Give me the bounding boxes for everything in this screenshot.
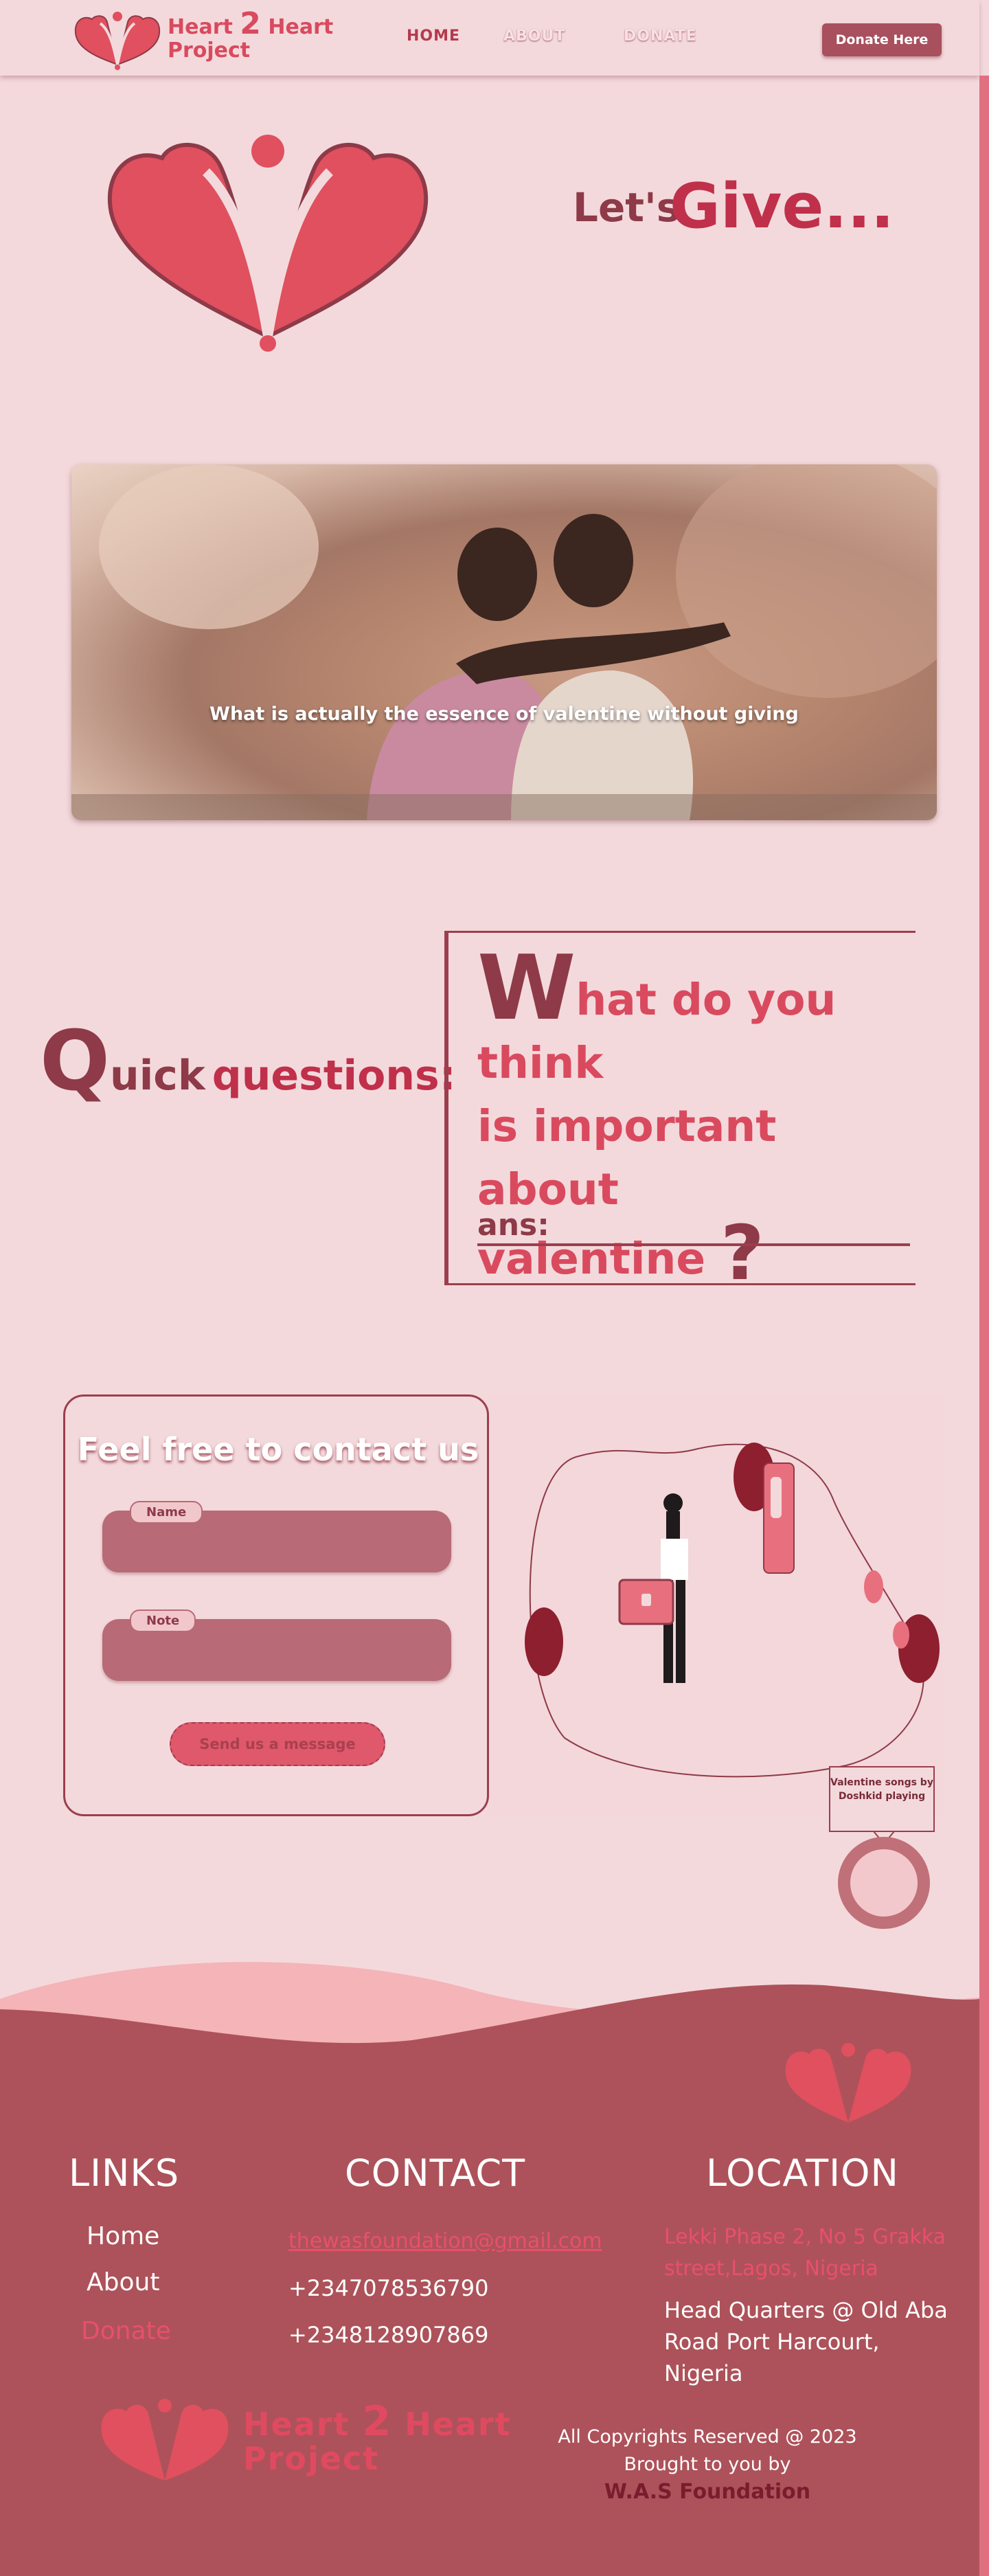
copyright-block: All Copyrights Reserved @ 2023 Brought t… (536, 2424, 879, 2506)
answer-input-line[interactable] (477, 1243, 910, 1246)
quick-word: uick (110, 1052, 205, 1100)
brand-two: 2 (240, 6, 261, 41)
donate-here-button[interactable]: Donate Here (822, 23, 942, 56)
brought-by-text: Brought to you by (624, 2454, 791, 2475)
footer-brand-two: 2 (362, 2397, 393, 2445)
contact-title: Feel free to contact us (77, 1431, 479, 1468)
question-card: What do you think is important about val… (444, 931, 916, 1291)
footer-link-home[interactable]: Home (87, 2222, 159, 2250)
logo-icon[interactable] (71, 10, 163, 71)
nav-about[interactable]: ABOUT (503, 27, 565, 45)
brand-word: Heart (168, 15, 233, 39)
questions-word: questions: (212, 1052, 456, 1100)
name-field[interactable]: Name (102, 1501, 451, 1572)
name-label: Name (130, 1501, 203, 1524)
footer-email-link[interactable]: thewasfoundation@gmail.com (288, 2226, 602, 2257)
brand-name[interactable]: Heart 2 Heart Project (168, 9, 334, 63)
foundation-name: W.A.S Foundation (604, 2480, 811, 2504)
question-big-letter: W (477, 936, 576, 1040)
footer-brand-logo-icon (101, 2399, 229, 2481)
copyright-text: All Copyrights Reserved @ 2023 (558, 2426, 857, 2448)
nav-donate[interactable]: DONATE (624, 27, 697, 45)
player-label-text: Valentine songs by Doshkid playing (830, 1777, 933, 1802)
footer-heart-logo-icon (785, 2043, 911, 2123)
footer-address-hq: Head Quarters @ Old Aba Road Port Harcou… (664, 2297, 948, 2386)
location-heading: LOCATION (706, 2151, 899, 2195)
footer-brand-word: Heart (243, 2406, 350, 2443)
quick-questions-heading: Quick questions: (40, 1021, 456, 1103)
hero-heart-logo-icon (107, 135, 429, 352)
music-play-button[interactable] (838, 1837, 930, 1929)
site-header: Heart 2 Heart Project HOME ABOUT DONATE … (0, 0, 979, 76)
footer-link-donate[interactable]: Donate (81, 2317, 171, 2345)
footer-phone-2: +2348128907869 (288, 2322, 489, 2348)
valentine-illustration (525, 1443, 940, 1778)
illustration-panel (489, 1394, 942, 1816)
footer-address-lagos: Lekki Phase 2, No 5 Grakka street,Lagos,… (664, 2225, 946, 2281)
contact-form: Feel free to contact us Name Note Send u… (63, 1394, 489, 1816)
scrollbar-track[interactable] (979, 76, 989, 2576)
question-mark: ? (720, 1209, 764, 1297)
hero-give: Give... (670, 170, 894, 242)
note-label: Note (130, 1609, 196, 1632)
send-message-button[interactable]: Send us a message (170, 1722, 385, 1766)
footer-phone-1: +2347078536790 (288, 2275, 489, 2301)
music-player-label: Valentine songs by Doshkid playing (829, 1766, 935, 1832)
footer-brand-word: Heart (405, 2406, 512, 2443)
contact-heading: CONTACT (345, 2151, 526, 2195)
nav-home[interactable]: HOME (407, 27, 460, 45)
banner-caption: What is actually the essence of valentin… (209, 703, 799, 725)
links-heading: LINKS (69, 2151, 180, 2195)
brand-word: Project (168, 38, 251, 63)
hero-banner-image: What is actually the essence of valentin… (71, 464, 937, 820)
footer-brand-word: Project (243, 2440, 380, 2477)
brand-word: Heart (268, 15, 334, 39)
hero-lets: Let's (573, 184, 681, 231)
children-photo (71, 464, 937, 820)
note-field[interactable]: Note (102, 1609, 451, 1681)
answer-label: ans: (477, 1208, 549, 1243)
quick-big-letter: Q (40, 1014, 111, 1109)
footer-link-about[interactable]: About (87, 2268, 159, 2296)
question-line: is important about (477, 1101, 777, 1214)
footer-brand-name: Heart 2 Heart Project (243, 2401, 512, 2477)
